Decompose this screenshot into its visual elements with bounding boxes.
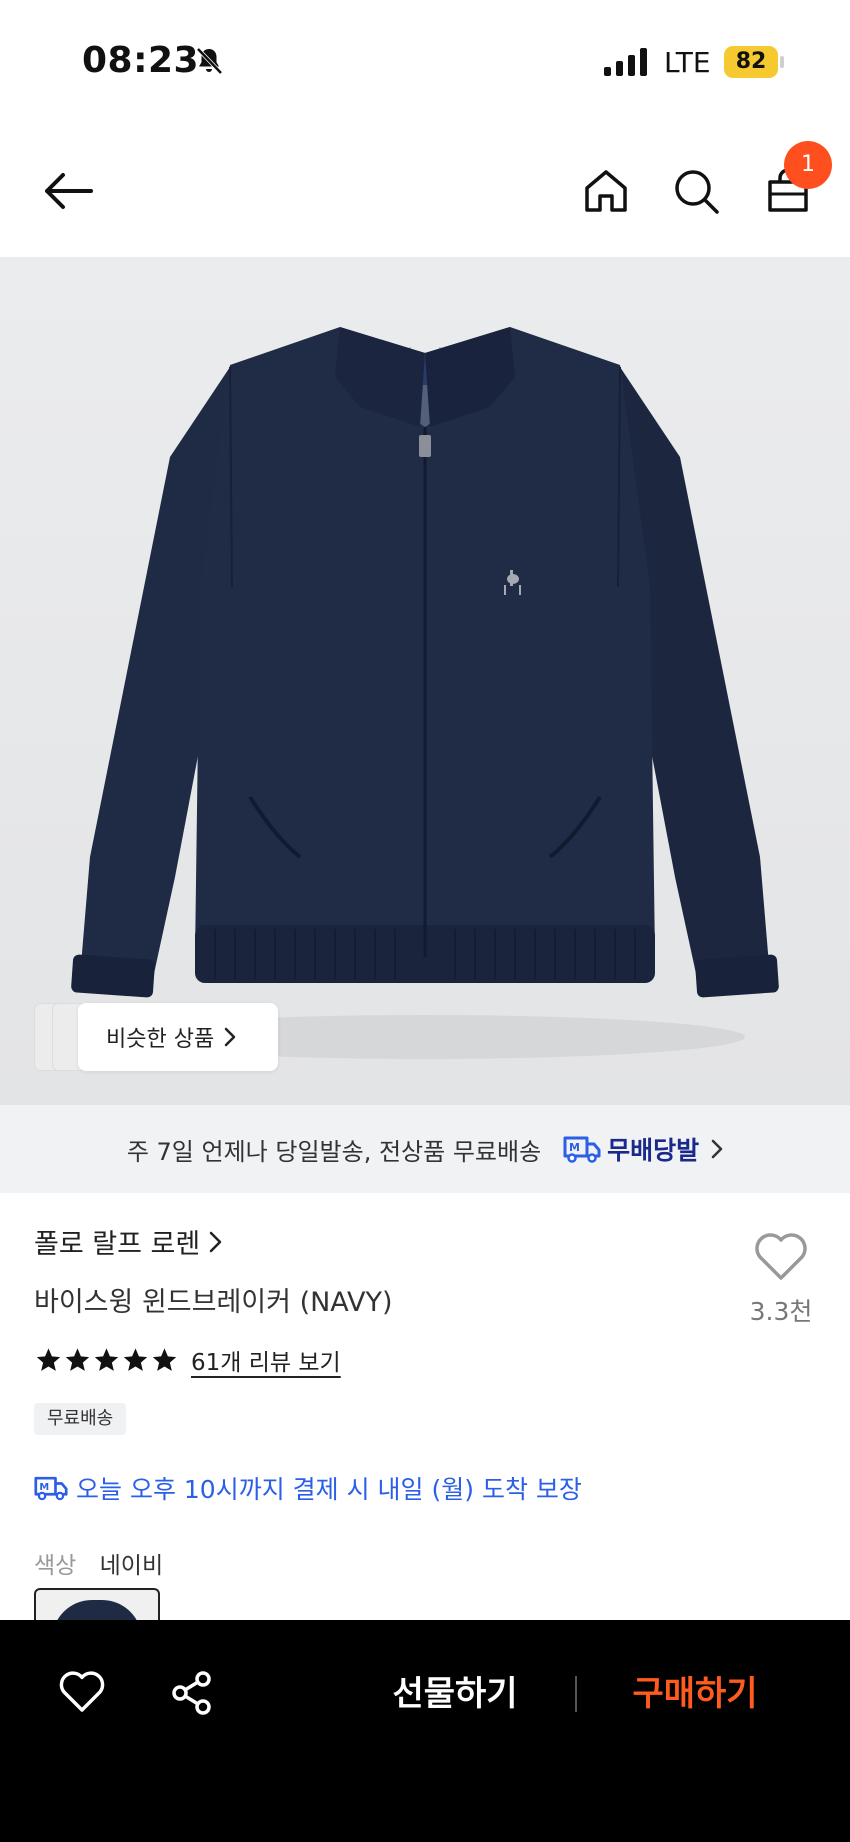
star-icon [65,1348,90,1371]
svg-text:M: M [39,1482,49,1493]
similar-products-button[interactable]: 비슷한 상품 [78,1003,278,1071]
gift-button[interactable]: 선물하기 [360,1666,550,1722]
brand-link[interactable]: 폴로 랄프 로렌 [34,1222,222,1261]
rating-row: 61개 리뷰 보기 [34,1343,341,1377]
shipping-banner-text: 주 7일 언제나 당일발송, 전상품 무료배송 [126,1137,542,1166]
wishlist-button[interactable]: 3.3천 [736,1232,826,1332]
color-value: 네이비 [99,1553,164,1579]
search-icon [675,170,719,214]
arrow-left-icon [45,173,93,209]
chevron-right-icon [711,1139,723,1159]
heart-icon [755,1233,807,1280]
heart-icon [59,1671,105,1712]
svg-text:M: M [569,1141,580,1154]
star-icon [123,1348,148,1371]
free-shipping-badge: 무료배송 [34,1403,127,1435]
divider [575,1676,577,1712]
shipping-banner[interactable]: 주 7일 언제나 당일발송, 전상품 무료배송 M 무배당발 [0,1105,850,1193]
home-button[interactable] [576,161,636,221]
buy-button[interactable]: 구매하기 [600,1666,790,1722]
status-time: 08:23 [82,40,200,81]
star-rating [34,1346,179,1374]
top-nav-bar [0,125,850,257]
cart-count-badge: 1 [784,141,832,189]
chevron-right-icon [209,1231,222,1252]
color-option-row: 색상 네이비 [34,1546,163,1580]
brand-name: 폴로 랄프 로렌 [34,1229,201,1260]
wishlist-count: 3.3천 [749,1297,813,1326]
share-icon [172,1671,211,1715]
status-bar: 08:23 LTE 82 [0,0,850,125]
product-name: 바이스윙 윈드브레이커 (NAVY) [34,1287,393,1318]
star-icon [152,1348,177,1371]
color-label: 색상 [34,1553,77,1579]
bottom-action-bar: 선물하기 구매하기 [0,1620,850,1842]
search-button[interactable] [666,161,726,221]
product-image[interactable] [0,257,850,1105]
star-icon [94,1348,119,1371]
bell-muted-icon [196,47,223,75]
same-day-badge: 무배당발 [607,1136,700,1165]
delivery-guarantee: M 오늘 오후 10시까지 결제 시 내일 (월) 도착 보장 [34,1470,582,1506]
delivery-guarantee-text: 오늘 오후 10시까지 결제 시 내일 (월) 도착 보장 [76,1475,582,1504]
similar-products-label: 비슷한 상품 [106,1027,215,1052]
wishlist-button-bottom[interactable] [58,1670,106,1718]
signal-icon [604,48,647,76]
review-link[interactable]: 61개 리뷰 보기 [191,1343,341,1377]
network-label: LTE [664,46,711,79]
truck-icon: M [34,1476,68,1501]
home-icon [585,170,627,212]
star-icon [36,1348,61,1371]
truck-icon: M [563,1136,601,1163]
chevron-right-icon [224,1027,236,1047]
share-button[interactable] [170,1670,218,1718]
battery-level: 82 [735,49,767,74]
jacket-photo [71,327,779,1059]
battery-icon: 82 [724,46,784,78]
back-button[interactable] [38,161,98,221]
